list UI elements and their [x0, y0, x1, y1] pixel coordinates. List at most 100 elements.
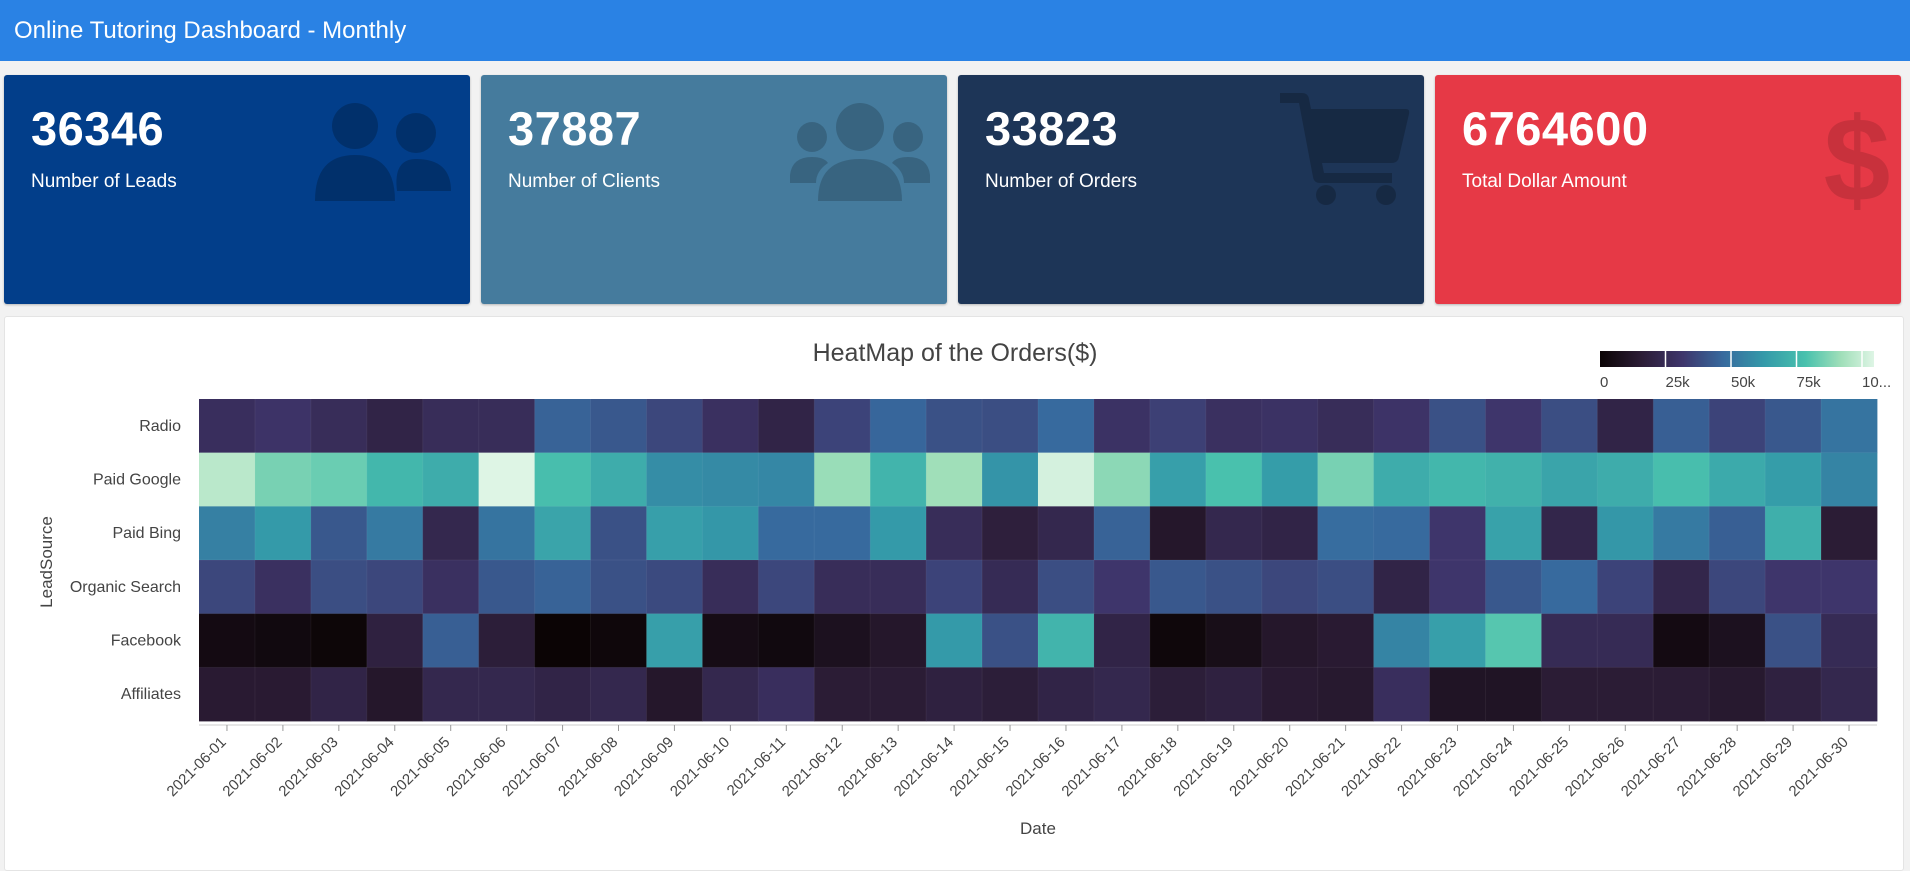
x-tick-label: 2021-06-08 — [555, 734, 621, 800]
svg-text:$: $ — [1824, 97, 1891, 213]
heatmap-cell — [534, 399, 591, 454]
heatmap-cell — [1038, 613, 1095, 668]
heatmap-cell — [422, 613, 480, 668]
heatmap-cell — [1821, 613, 1878, 668]
heatmap-cell — [1821, 399, 1878, 454]
x-tick-label: 2021-06-17 — [1058, 734, 1124, 800]
heatmap-cell — [1317, 399, 1374, 454]
heatmap-cell — [646, 613, 703, 668]
heatmap-cell — [254, 613, 312, 668]
heatmap-cell — [366, 613, 424, 668]
colorbar-tick-label: 0 — [1600, 374, 1608, 391]
leads-label: Number of Leads — [31, 171, 177, 192]
heatmap-cell — [254, 506, 312, 561]
heatmap-cell — [534, 613, 591, 668]
heatmap-cell — [1485, 667, 1542, 722]
heatmap-cell — [1485, 506, 1542, 561]
heatmap-cell — [982, 506, 1039, 561]
heatmap-cell — [1317, 506, 1374, 561]
heatmap-cell — [814, 613, 871, 668]
y-tick-label: Facebook — [111, 633, 182, 650]
heatmap-cell — [1541, 452, 1598, 507]
heatmap-cell — [1317, 560, 1374, 615]
heatmap-cell — [1038, 399, 1095, 454]
heatmap-cell — [1317, 613, 1374, 668]
heatmap-cell — [1429, 399, 1486, 454]
heatmap-cell — [422, 452, 480, 507]
heatmap-cell — [1093, 613, 1151, 668]
heatmap-cell — [199, 613, 256, 668]
heatmap-cell — [1205, 613, 1263, 668]
heatmap-cell — [926, 613, 983, 668]
y-tick-label: Paid Bing — [113, 525, 182, 542]
heatmap-cell — [1038, 506, 1095, 561]
x-tick-label: 2021-06-28 — [1674, 734, 1740, 800]
heatmap-cells — [199, 399, 1878, 722]
clients-label: Number of Clients — [508, 171, 661, 192]
heatmap-cell — [1597, 560, 1654, 615]
heatmap-cell — [1149, 399, 1207, 454]
heatmap-cell — [254, 560, 312, 615]
heatmap-cell — [702, 506, 759, 561]
colorbar-tick-label: 10... — [1862, 374, 1891, 391]
heatmap-cell — [1821, 452, 1878, 507]
heatmap-cell — [1653, 506, 1710, 561]
heatmap-cell — [199, 452, 256, 507]
heatmap-cell — [534, 506, 591, 561]
heatmap-cell — [926, 506, 983, 561]
heatmap-cell — [1149, 560, 1207, 615]
heatmap-cell — [870, 560, 927, 615]
heatmap-cell — [422, 506, 480, 561]
heatmap-cell — [926, 452, 983, 507]
heatmap-cell — [590, 506, 647, 561]
heatmap-cell — [870, 452, 927, 507]
heatmap-cell — [1373, 613, 1430, 668]
heatmap-cell — [1597, 613, 1654, 668]
heatmap-cell — [1149, 613, 1207, 668]
heatmap-cell — [1149, 506, 1207, 561]
x-tick-label: 2021-06-29 — [1730, 734, 1796, 800]
users-icon — [315, 103, 451, 201]
heatmap-cell — [1373, 667, 1430, 722]
heatmap-cell — [254, 452, 312, 507]
heatmap-cell — [646, 452, 703, 507]
dollar-card: 6764600 Total Dollar Amount $ — [1435, 75, 1901, 304]
x-tick-label: 2021-06-27 — [1618, 734, 1684, 800]
heatmap-cell — [758, 452, 815, 507]
x-tick-label: 2021-06-15 — [947, 734, 1013, 800]
heatmap-cell — [982, 613, 1039, 668]
x-tick-label: 2021-06-03 — [275, 734, 341, 800]
heatmap-cell — [254, 667, 312, 722]
heatmap-cell — [1541, 506, 1598, 561]
heatmap-cell — [1821, 667, 1878, 722]
x-tick-label: 2021-06-14 — [891, 734, 957, 800]
heatmap-cell — [1261, 506, 1319, 561]
heatmap-cell — [590, 667, 647, 722]
heatmap-cell — [1597, 399, 1654, 454]
heatmap-cell — [646, 399, 703, 454]
x-tick-label: 2021-06-10 — [667, 734, 733, 800]
heatmap-cell — [1373, 399, 1430, 454]
heatmap-cell — [1709, 399, 1766, 454]
heatmap-cell — [366, 506, 424, 561]
heatmap-cell — [870, 399, 927, 454]
heatmap-cell — [1541, 667, 1598, 722]
heatmap-cell — [590, 399, 647, 454]
heatmap-cell — [534, 667, 591, 722]
heatmap-cell — [1317, 452, 1374, 507]
heatmap-cell — [1485, 560, 1542, 615]
heatmap-cell — [1429, 560, 1486, 615]
x-tick-label: 2021-06-25 — [1506, 734, 1572, 800]
heatmap-cell — [1709, 452, 1766, 507]
heatmap-cell — [982, 560, 1039, 615]
heatmap-cell — [814, 399, 871, 454]
heatmap-cell — [870, 667, 927, 722]
heatmap-cell — [926, 399, 983, 454]
clients-card: 37887 Number of Clients — [481, 75, 947, 304]
chart-title: HeatMap of the Orders($) — [813, 339, 1098, 367]
heatmap-cell — [1093, 560, 1151, 615]
clients-value: 37887 — [508, 102, 642, 155]
x-tick-label: 2021-06-12 — [779, 734, 845, 800]
heatmap-cell — [1541, 560, 1598, 615]
colorbar-tick-label: 75k — [1797, 374, 1822, 391]
